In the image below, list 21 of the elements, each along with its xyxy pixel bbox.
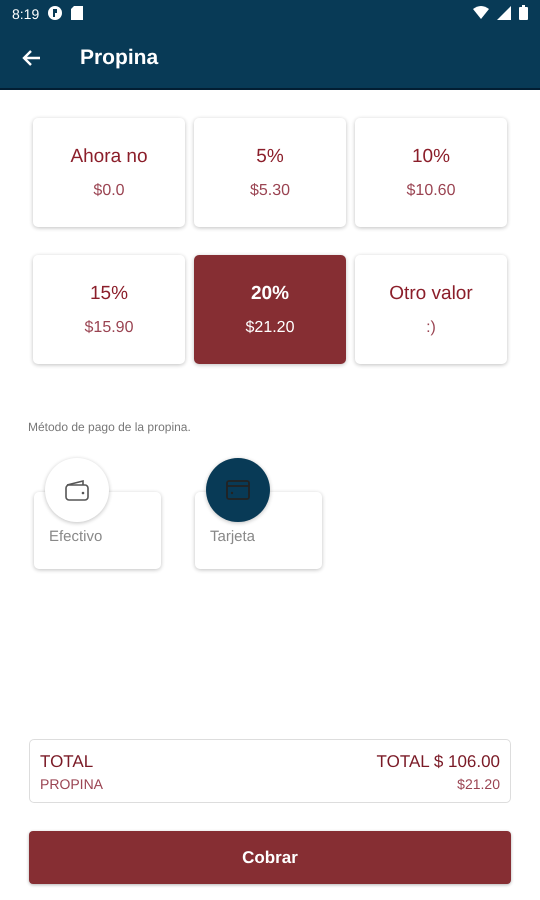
charge-button[interactable]: Cobrar — [29, 831, 511, 884]
tip-option[interactable]: Ahora no $0.0 — [33, 118, 185, 227]
status-time: 8:19 — [12, 6, 40, 22]
tip-value: $21.20 — [457, 776, 500, 792]
battery-icon — [519, 5, 528, 23]
payment-method-name: Tarjeta — [210, 528, 256, 545]
payment-method-label: Método de pago de la propina. — [27, 419, 192, 434]
screen-title: Propina — [80, 46, 158, 70]
tip-option[interactable]: 15% $15.90 — [33, 255, 185, 364]
sd-card-icon — [71, 6, 84, 22]
tip-option[interactable]: 10% $10.60 — [355, 118, 507, 227]
payment-method-name: Efectivo — [49, 528, 102, 545]
tip-option[interactable]: 5% $5.30 — [194, 118, 346, 227]
wallet-icon — [64, 479, 90, 501]
tip-option[interactable]: 20% $21.20 — [194, 255, 346, 364]
total-label: TOTAL — [40, 752, 94, 772]
tip-label: PROPINA — [40, 776, 104, 792]
signal-icon — [497, 6, 511, 22]
total-value: TOTAL $ 106.00 — [376, 752, 500, 772]
credit-card-icon — [225, 479, 251, 501]
tip-option[interactable]: Otro valor :) — [355, 255, 507, 364]
